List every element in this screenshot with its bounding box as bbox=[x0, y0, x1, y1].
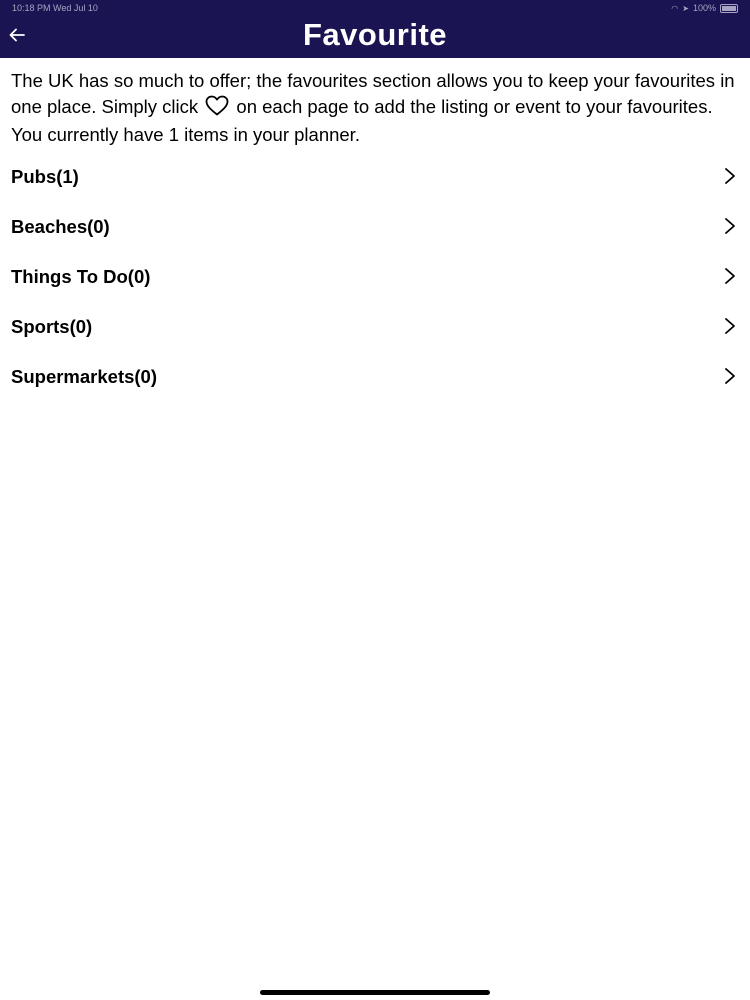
heart-outline-icon bbox=[205, 95, 229, 116]
location-icon: ➤ bbox=[682, 3, 689, 13]
status-time-date: 10:18 PM Wed Jul 10 bbox=[12, 3, 98, 13]
category-label: Things To Do(0) bbox=[11, 266, 151, 287]
category-item-supermarkets[interactable]: Supermarkets(0) bbox=[0, 352, 750, 402]
category-label: Sports(0) bbox=[11, 316, 93, 337]
category-list: Pubs(1) Beaches(0) Things To Do(0) Sport… bbox=[0, 152, 750, 402]
category-item-things-to-do[interactable]: Things To Do(0) bbox=[0, 252, 750, 302]
status-bar: 10:18 PM Wed Jul 10 ◠ ➤ 100% bbox=[0, 0, 750, 16]
category-item-sports[interactable]: Sports(0) bbox=[0, 302, 750, 352]
home-indicator[interactable] bbox=[260, 990, 490, 995]
status-indicators: ◠ ➤ 100% bbox=[671, 3, 738, 13]
wifi-icon: ◠ bbox=[671, 3, 679, 13]
category-item-pubs[interactable]: Pubs(1) bbox=[0, 152, 750, 202]
intro-paragraph: The UK has so much to offer; the favouri… bbox=[11, 68, 741, 120]
battery-percentage: 100% bbox=[692, 3, 716, 13]
intro-text-after-icon: on each page to add the listing or event… bbox=[236, 96, 713, 117]
category-item-beaches[interactable]: Beaches(0) bbox=[0, 202, 750, 252]
category-label: Beaches(0) bbox=[11, 216, 110, 237]
chevron-right-icon bbox=[725, 268, 735, 284]
chevron-right-icon bbox=[725, 168, 735, 184]
category-label: Supermarkets(0) bbox=[11, 366, 158, 387]
battery-icon bbox=[720, 3, 738, 13]
category-label: Pubs(1) bbox=[11, 166, 79, 187]
chevron-right-icon bbox=[725, 368, 735, 384]
chevron-right-icon bbox=[725, 318, 735, 334]
chevron-right-icon bbox=[725, 218, 735, 234]
app-header: 10:18 PM Wed Jul 10 ◠ ➤ 100% Favourite bbox=[0, 0, 750, 58]
planner-count-text: You currently have 1 items in your plann… bbox=[11, 124, 360, 145]
page-title: Favourite bbox=[302, 17, 448, 52]
intro-text: The UK has so much to offer; the favouri… bbox=[11, 68, 741, 148]
